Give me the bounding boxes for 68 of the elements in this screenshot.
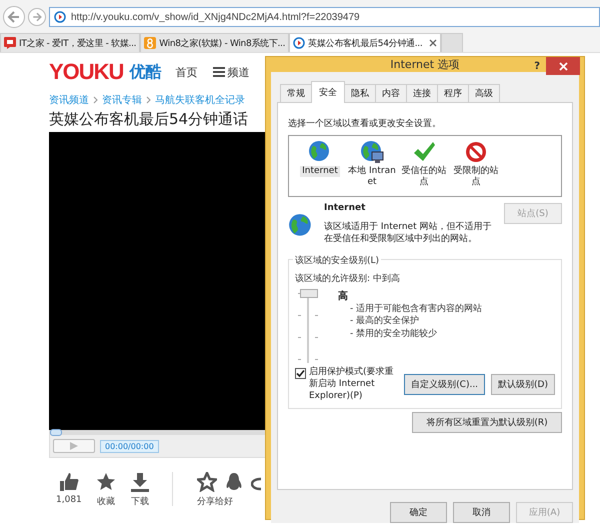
dialog-tab[interactable]: 高级 <box>468 84 500 102</box>
address-field[interactable]: http://v.youku.com/v_show/id_XNjg4NDc2MjA4.html?f=22039479 <box>49 7 600 27</box>
checkbox[interactable] <box>295 368 306 380</box>
share-label: 分享给好 <box>196 496 233 508</box>
nav-link[interactable]: 频道 <box>227 64 250 80</box>
slider-thumb[interactable] <box>300 289 318 298</box>
zone-name: Internet <box>324 203 366 213</box>
browser-tab[interactable]: 英媒公布客机最后54分钟通... <box>289 33 442 52</box>
instruction-text: 选择一个区域以查看或更改安全设置。 <box>288 118 442 130</box>
level-description: - 适用于可能包含有害内容的网站 <box>350 303 482 316</box>
site-icon <box>144 37 156 49</box>
breadcrumb-link[interactable]: 资讯专辑 <box>102 93 142 107</box>
action-label: 下载 <box>130 496 149 508</box>
checkbox-label: 启用保护模式(要求重新启动 Internet Explorer)(P) <box>309 367 395 402</box>
breadcrumb-link[interactable]: 资讯频道 <box>49 93 89 107</box>
back-arrow-icon <box>6 9 22 25</box>
thumbs-up-icon[interactable] <box>58 472 79 492</box>
progress-thumb[interactable] <box>50 429 62 436</box>
browser-tab[interactable]: Win8之家(软媒) - Win8系统下... <box>140 33 290 52</box>
dialog-button[interactable]: 取消 <box>453 502 510 523</box>
zone-label[interactable]: 本地 Intranet <box>346 166 398 188</box>
penguin-icon[interactable] <box>224 472 243 492</box>
custom-level-button[interactable]: 自定义级别(C)... <box>404 374 486 396</box>
action-label: 1,081 <box>56 495 82 505</box>
zone-label[interactable]: 受限制的站点 <box>450 166 502 188</box>
level-name: 高 <box>338 289 349 304</box>
chevron-icon <box>146 96 151 104</box>
time-display: 00:00/00:00 <box>100 440 159 452</box>
globe-icon <box>308 140 332 164</box>
default-level-button[interactable]: 默认级别(D) <box>491 374 555 396</box>
breadcrumb-link[interactable]: 马航失联客机全记录 <box>155 93 245 107</box>
browser-tab[interactable]: IT之家 - 爱IT，爱这里 - 软媒... <box>0 33 140 52</box>
level-description: - 最高的安全保护 <box>350 315 420 328</box>
logo-text: 优酷 <box>129 62 162 82</box>
zone-label[interactable]: Internet <box>300 166 340 177</box>
zone-list[interactable]: Internet 本地 Intranet 受信任的站点 受限制的站点 <box>288 135 562 197</box>
globe-computer-icon <box>360 140 384 164</box>
star-icon[interactable] <box>196 472 217 492</box>
allowed-level-text: 该区域的允许级别: 中到高 <box>295 272 401 286</box>
site-icon <box>4 37 16 49</box>
help-button[interactable]: ? <box>534 61 540 72</box>
play-icon <box>69 441 79 451</box>
close-icon[interactable] <box>429 39 438 47</box>
site-icon <box>54 11 66 23</box>
download-icon[interactable] <box>130 472 150 492</box>
forward-arrow-icon <box>31 11 43 23</box>
chevron-icon <box>93 96 98 104</box>
dialog-tab[interactable]: 常规 <box>280 84 312 102</box>
close-button[interactable] <box>546 57 580 75</box>
level-description: - 禁用的安全功能较少 <box>350 328 438 340</box>
video-title: 英媒公布客机最后54分钟通话 <box>49 110 248 129</box>
close-icon <box>558 62 568 70</box>
group-label: 该区域的安全级别(L) <box>293 254 382 268</box>
play-icon <box>293 37 306 49</box>
zone-label[interactable]: 受信任的站点 <box>398 166 450 188</box>
nav-link[interactable]: 首页 <box>175 64 198 80</box>
prohibited-icon <box>464 140 488 164</box>
logo[interactable]: YOUKU <box>49 59 124 85</box>
dialog-button[interactable]: 确定 <box>390 502 447 523</box>
star-icon[interactable] <box>96 472 116 492</box>
action-label: 收藏 <box>96 496 115 508</box>
dialog-tab[interactable]: 安全 <box>311 81 345 103</box>
reset-all-zones-button[interactable]: 将所有区域重置为默认级别(R) <box>412 412 562 434</box>
dialog-title: Internet 选项 <box>390 57 460 72</box>
zone-description: 该区域适用于 Internet 网站，但不适用于在受信任和受限制区域中列出的网站。 <box>324 221 492 246</box>
menu-icon[interactable] <box>213 67 226 77</box>
checkmark-icon <box>412 140 436 164</box>
back-button[interactable] <box>3 6 25 28</box>
